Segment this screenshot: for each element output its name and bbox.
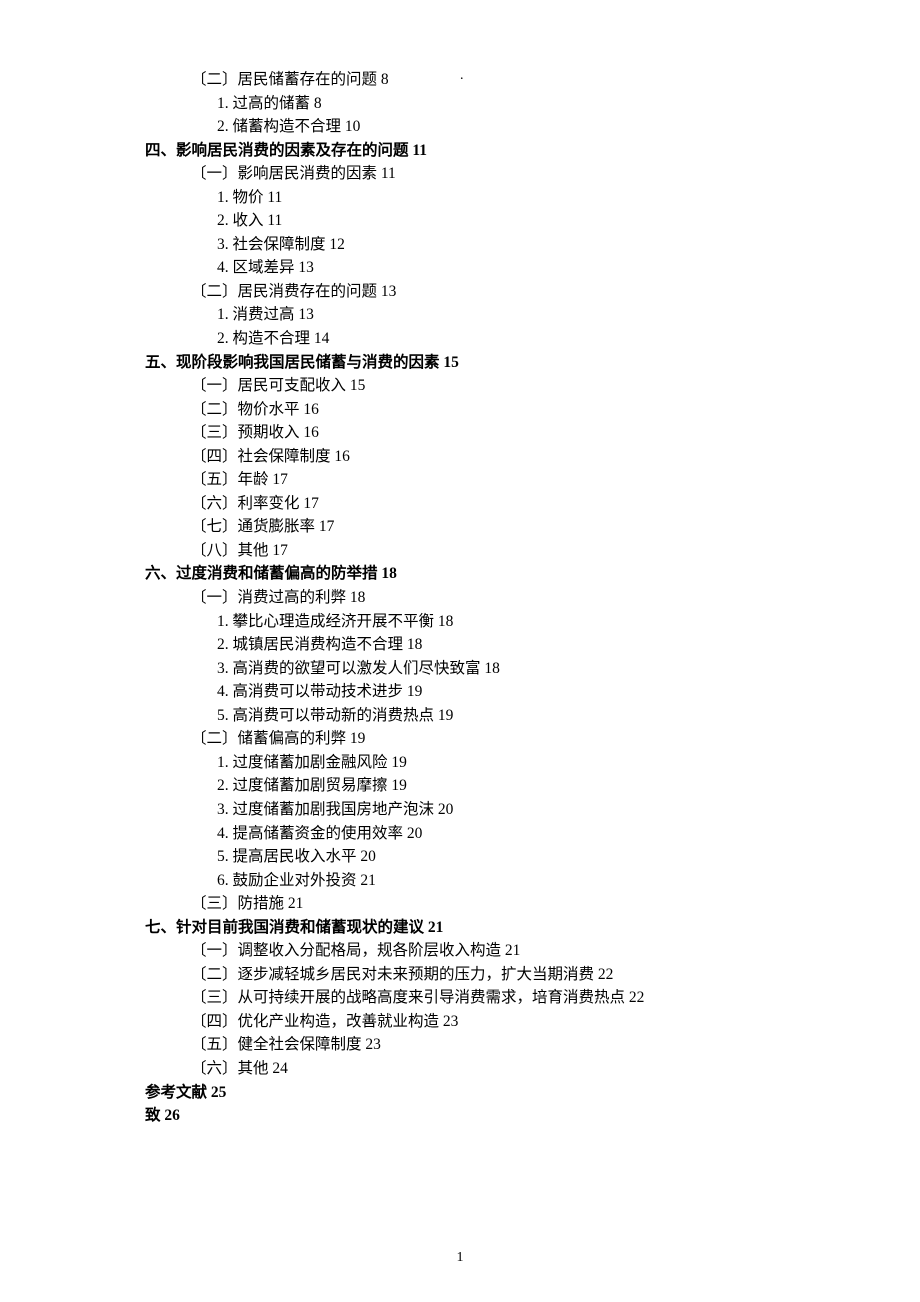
toc-entry: 〔二〕居民消费存在的问题 13 bbox=[191, 280, 775, 304]
toc-entry: 2. 储蓄构造不合理 10 bbox=[217, 115, 775, 139]
toc-entry: 六、过度消费和储蓄偏高的防举措 18 bbox=[145, 562, 775, 586]
toc-entry: 1. 攀比心理造成经济开展不平衡 18 bbox=[217, 610, 775, 634]
toc-entry: 〔三〕防措施 21 bbox=[191, 892, 775, 916]
table-of-contents: 〔二〕居民储蓄存在的问题 81. 过高的储蓄 82. 储蓄构造不合理 10四、影… bbox=[145, 68, 775, 1128]
toc-entry: 〔四〕优化产业构造，改善就业构造 23 bbox=[191, 1010, 775, 1034]
toc-entry: 〔三〕从可持续开展的战略高度来引导消费需求，培育消费热点 22 bbox=[191, 986, 775, 1010]
toc-entry: 四、影响居民消费的因素及存在的问题 11 bbox=[145, 139, 775, 163]
toc-entry: 6. 鼓励企业对外投资 21 bbox=[217, 869, 775, 893]
toc-entry: 七、针对目前我国消费和储蓄现状的建议 21 bbox=[145, 916, 775, 940]
toc-entry: 〔二〕储蓄偏高的利弊 19 bbox=[191, 727, 775, 751]
toc-entry: 〔八〕其他 17 bbox=[191, 539, 775, 563]
toc-entry: 〔四〕社会保障制度 16 bbox=[191, 445, 775, 469]
toc-entry: 参考文献 25 bbox=[145, 1081, 775, 1105]
toc-entry: 致 26 bbox=[145, 1104, 775, 1128]
toc-entry: 〔一〕消费过高的利弊 18 bbox=[191, 586, 775, 610]
toc-entry: 1. 过高的储蓄 8 bbox=[217, 92, 775, 116]
page-number: 1 bbox=[0, 1250, 920, 1266]
toc-entry: 〔二〕逐步减轻城乡居民对未来预期的压力，扩大当期消费 22 bbox=[191, 963, 775, 987]
toc-entry: 〔一〕居民可支配收入 15 bbox=[191, 374, 775, 398]
toc-entry: 〔二〕居民储蓄存在的问题 8 bbox=[191, 68, 775, 92]
toc-entry: 2. 城镇居民消费构造不合理 18 bbox=[217, 633, 775, 657]
toc-entry: 2. 收入 11 bbox=[217, 209, 775, 233]
toc-entry: 1. 消费过高 13 bbox=[217, 303, 775, 327]
doc-header-dot: . bbox=[460, 68, 464, 84]
toc-entry: 〔一〕调整收入分配格局，规各阶层收入构造 21 bbox=[191, 939, 775, 963]
page-content: 〔二〕居民储蓄存在的问题 81. 过高的储蓄 82. 储蓄构造不合理 10四、影… bbox=[0, 0, 920, 1168]
toc-entry: 4. 区域差异 13 bbox=[217, 256, 775, 280]
toc-entry: 〔五〕年龄 17 bbox=[191, 468, 775, 492]
toc-entry: 3. 过度储蓄加剧我国房地产泡沫 20 bbox=[217, 798, 775, 822]
toc-entry: 〔六〕其他 24 bbox=[191, 1057, 775, 1081]
toc-entry: 〔七〕通货膨胀率 17 bbox=[191, 515, 775, 539]
toc-entry: 2. 过度储蓄加剧贸易摩擦 19 bbox=[217, 774, 775, 798]
toc-entry: 5. 提高居民收入水平 20 bbox=[217, 845, 775, 869]
toc-entry: 4. 提高储蓄资金的使用效率 20 bbox=[217, 822, 775, 846]
toc-entry: 2. 构造不合理 14 bbox=[217, 327, 775, 351]
toc-entry: 5. 高消费可以带动新的消费热点 19 bbox=[217, 704, 775, 728]
toc-entry: 3. 社会保障制度 12 bbox=[217, 233, 775, 257]
toc-entry: 4. 高消费可以带动技术进步 19 bbox=[217, 680, 775, 704]
toc-entry: 〔六〕利率变化 17 bbox=[191, 492, 775, 516]
toc-entry: 〔一〕影响居民消费的因素 11 bbox=[191, 162, 775, 186]
toc-entry: 3. 高消费的欲望可以激发人们尽快致富 18 bbox=[217, 657, 775, 681]
toc-entry: 〔五〕健全社会保障制度 23 bbox=[191, 1033, 775, 1057]
toc-entry: 〔二〕物价水平 16 bbox=[191, 398, 775, 422]
toc-entry: 1. 过度储蓄加剧金融风险 19 bbox=[217, 751, 775, 775]
toc-entry: 五、现阶段影响我国居民储蓄与消费的因素 15 bbox=[145, 351, 775, 375]
toc-entry: 1. 物价 11 bbox=[217, 186, 775, 210]
toc-entry: 〔三〕预期收入 16 bbox=[191, 421, 775, 445]
